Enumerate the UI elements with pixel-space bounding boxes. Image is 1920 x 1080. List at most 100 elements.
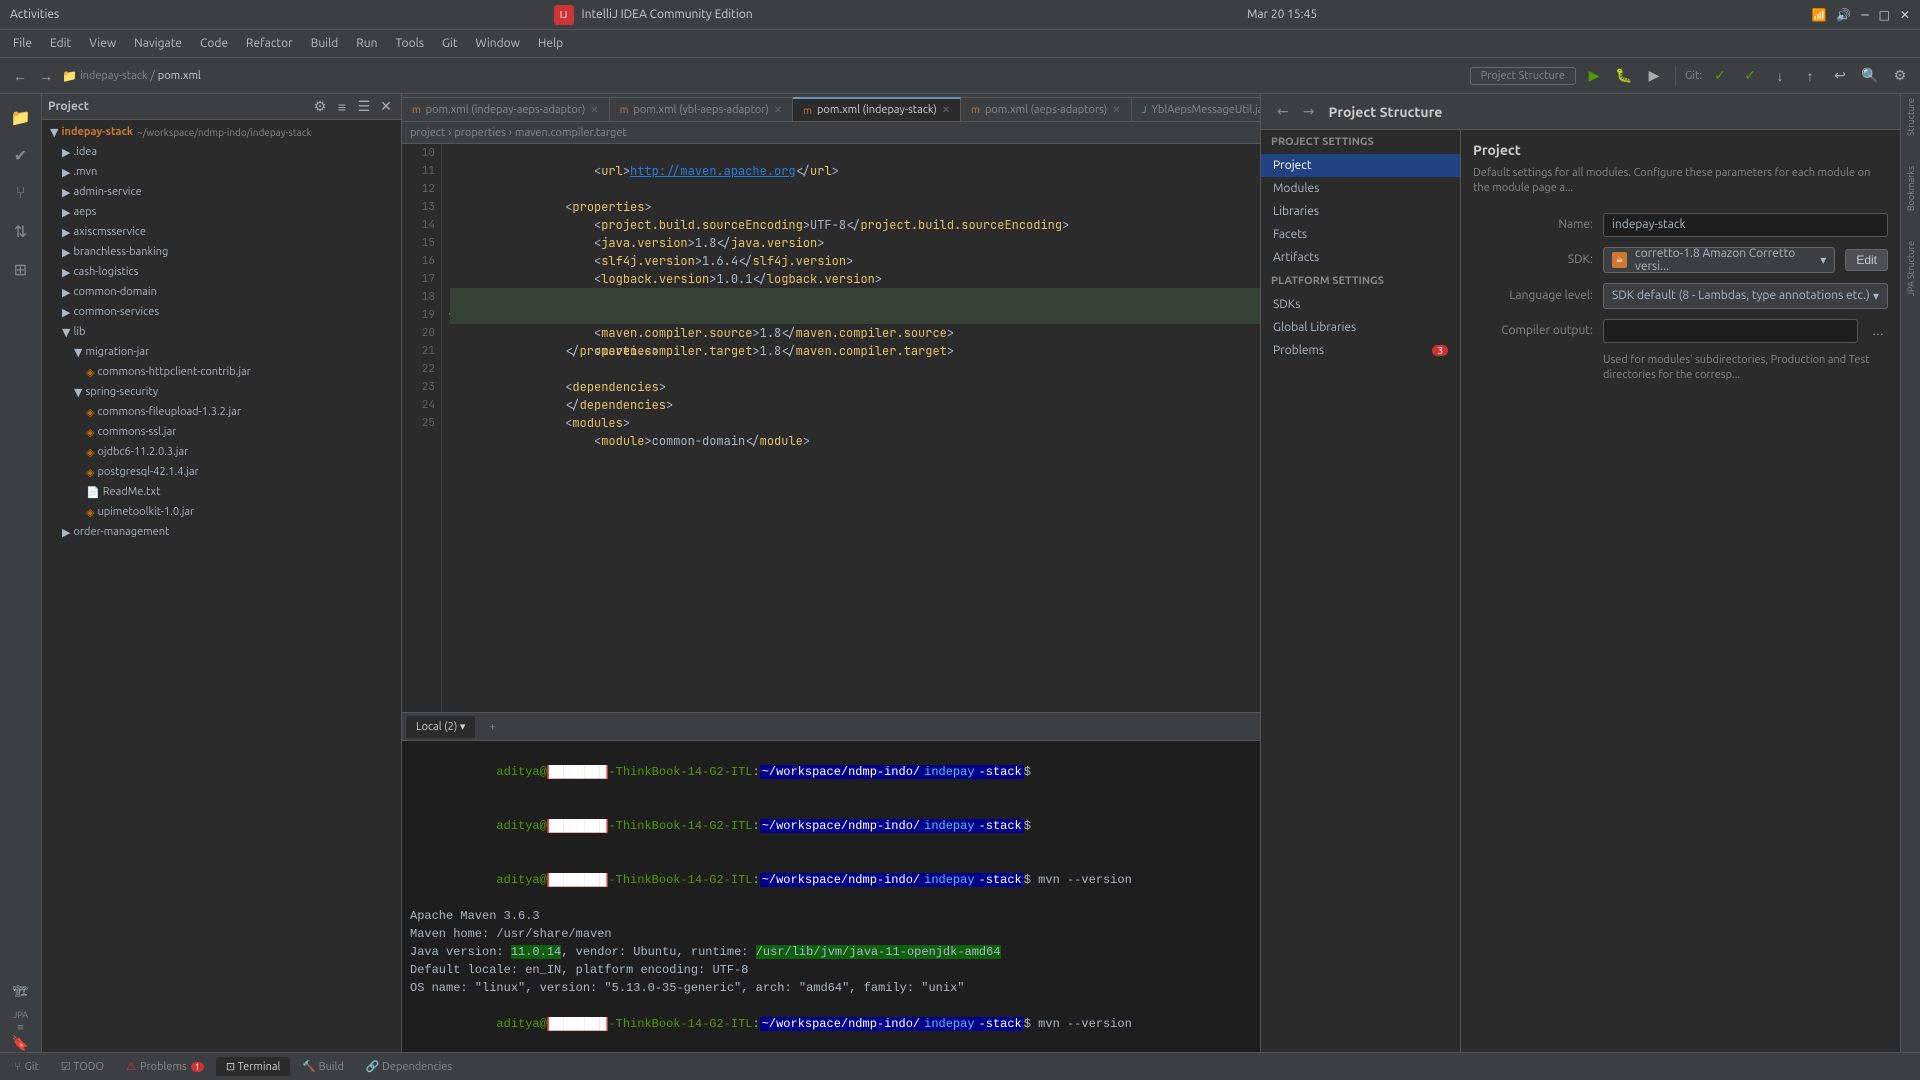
tree-branchless-banking[interactable]: ▶branchless-banking xyxy=(42,242,401,262)
bottom-tab-problems[interactable]: ⚠ Problems 1 xyxy=(116,1057,214,1076)
ps-nav-global-libraries[interactable]: Global Libraries xyxy=(1261,316,1460,339)
ps-nav-libraries[interactable]: Libraries xyxy=(1261,200,1460,223)
ps-nav-artifacts[interactable]: Artifacts xyxy=(1261,246,1460,269)
bottom-tab-git[interactable]: ⑂ Git xyxy=(4,1058,49,1076)
ps-back-btn[interactable]: ← xyxy=(1273,101,1293,122)
debug-button[interactable]: 🐛 xyxy=(1612,64,1636,88)
bottom-tab-todo[interactable]: ☑ TODO xyxy=(51,1057,114,1076)
tree-admin-service[interactable]: ▶admin-service xyxy=(42,182,401,202)
sidebar-icon-bookmarks[interactable]: 🔖 xyxy=(12,1035,29,1052)
menu-window[interactable]: Window xyxy=(468,34,528,53)
back-button[interactable]: ← xyxy=(8,64,32,88)
terminal-tab-add[interactable]: + xyxy=(479,716,505,738)
ps-compiler-output-value[interactable] xyxy=(1603,319,1858,343)
ps-nav-sdks[interactable]: SDKs xyxy=(1261,293,1460,316)
git-push[interactable]: ↑ xyxy=(1798,64,1822,88)
ps-sdk-select[interactable]: ☕ corretto-1.8 Amazon Corretto versi... … xyxy=(1603,247,1835,273)
tree-cash-logistics[interactable]: ▶cash-logistics xyxy=(42,262,401,282)
run-button[interactable]: ▶ xyxy=(1582,64,1606,88)
menu-code[interactable]: Code xyxy=(192,34,236,53)
ps-right-content: Project Default settings for all modules… xyxy=(1461,130,1900,1052)
tree-commons-httpclient[interactable]: ◈commons-httpclient-contrib.jar xyxy=(42,362,401,382)
system-controls: 📶 🔊 ─ □ ✕ xyxy=(1811,8,1910,22)
tree-order-management[interactable]: ▶order-management xyxy=(42,522,401,542)
terminal-tab-local[interactable]: Local (2) ▾ xyxy=(406,716,475,738)
right-sidebar-jpa[interactable]: JPA Structure xyxy=(1904,237,1918,300)
tab-pom-ybl-aeps[interactable]: m pom.xml (ybl-aeps-adaptor) ✕ xyxy=(610,97,794,121)
ps-forward-btn[interactable]: → xyxy=(1299,101,1319,122)
menu-view[interactable]: View xyxy=(81,34,124,53)
tree-aeps[interactable]: ▶aeps xyxy=(42,202,401,222)
ps-nav-project[interactable]: Project xyxy=(1261,154,1460,177)
tree-root[interactable]: ▼ indepay-stack ~/workspace/ndmp-indo/in… xyxy=(42,122,401,142)
ps-nav-facets[interactable]: Facets xyxy=(1261,223,1460,246)
project-collapse-btn[interactable]: ≡ xyxy=(333,98,351,116)
sidebar-icon-build[interactable]: 🏗 xyxy=(13,984,28,998)
project-gear-btn[interactable]: ☰ xyxy=(355,98,373,116)
tree-migration-jar[interactable]: ▼migration-jar xyxy=(42,342,401,362)
tree-common-domain[interactable]: ▶common-domain xyxy=(42,282,401,302)
menu-tools[interactable]: Tools xyxy=(387,34,432,53)
menu-edit[interactable]: Edit xyxy=(42,34,79,53)
right-sidebar-bookmarks[interactable]: Bookmarks xyxy=(1904,162,1918,215)
tree-postgresql[interactable]: ◈postgresql-42.1.4.jar xyxy=(42,462,401,482)
ps-edit-btn[interactable]: Edit xyxy=(1845,249,1888,271)
tab-pom-indepay-aeps[interactable]: m pom.xml (indepay-aeps-adaptor) ✕ xyxy=(402,97,610,121)
menu-help[interactable]: Help xyxy=(530,34,571,53)
menu-git[interactable]: Git xyxy=(434,34,466,53)
sidebar-icon-terminal[interactable]: ⊞ xyxy=(3,251,39,287)
menu-run[interactable]: Run xyxy=(348,34,385,53)
sidebar-icon-git[interactable]: ⑂ xyxy=(3,175,39,211)
tree-lib[interactable]: ▼lib xyxy=(42,322,401,342)
tree-readme[interactable]: 📄ReadMe.txt xyxy=(42,482,401,502)
bottom-tab-build[interactable]: 🔨 Build xyxy=(292,1057,353,1076)
window-minimize[interactable]: ─ xyxy=(1861,8,1868,22)
sidebar-icon-project[interactable]: 📁 xyxy=(3,99,39,135)
tab-pom-aeps-adaptors[interactable]: m pom.xml (aeps-adaptors) ✕ xyxy=(961,97,1131,121)
git-check[interactable]: ✓ xyxy=(1708,64,1732,88)
menu-refactor[interactable]: Refactor xyxy=(238,34,301,53)
git-check2[interactable]: ✓ xyxy=(1738,64,1762,88)
line-numbers: 10 11 12 13 14 15 16 17 18 19 20 21 22 2… xyxy=(402,144,442,712)
bottom-tab-terminal[interactable]: ⊡ Terminal xyxy=(216,1057,291,1076)
bottom-tab-dependencies[interactable]: 🔗 Dependencies xyxy=(356,1057,462,1076)
sidebar-icons: 📁 ✔ ⑂ ⇅ ⊞ 🏗 JPA ≡ 🔖 xyxy=(0,94,42,1052)
run-config[interactable]: Project Structure xyxy=(1470,67,1576,85)
window-close[interactable]: ✕ xyxy=(1900,8,1910,22)
ps-nav-problems[interactable]: Problems 3 xyxy=(1261,339,1460,362)
menu-navigate[interactable]: Navigate xyxy=(126,34,190,53)
tab-pom-indepay-stack[interactable]: m pom.xml (indepay-stack) ✕ xyxy=(793,97,961,121)
forward-button[interactable]: → xyxy=(34,64,58,88)
activities-label[interactable]: Activities xyxy=(10,8,59,21)
sidebar-icon-commit[interactable]: ✔ xyxy=(3,137,39,173)
breadcrumb-properties: properties xyxy=(454,127,506,139)
tree-mvn[interactable]: ▶.mvn xyxy=(42,162,401,182)
tree-upimetoolkit[interactable]: ◈upimetoolkit-1.0.jar xyxy=(42,502,401,522)
tree-common-services[interactable]: ▶common-services xyxy=(42,302,401,322)
ps-compiler-browse-btn[interactable]: … xyxy=(1868,321,1888,341)
coverage-button[interactable]: ▶ xyxy=(1642,64,1666,88)
settings-button[interactable]: ⚙ xyxy=(1888,64,1912,88)
ps-nav-modules[interactable]: Modules xyxy=(1261,177,1460,200)
menu-file[interactable]: File xyxy=(5,34,40,53)
sidebar-icon-structure[interactable]: ≡ xyxy=(17,1022,25,1033)
tree-idea[interactable]: ▶.idea xyxy=(42,142,401,162)
tree-axiscmsservice[interactable]: ▶axiscmsservice xyxy=(42,222,401,242)
project-settings-btn[interactable]: ⚙ xyxy=(311,98,329,116)
sidebar-icon-jpa[interactable]: JPA xyxy=(13,1010,28,1020)
menu-build[interactable]: Build xyxy=(303,34,347,53)
git-update[interactable]: ↓ xyxy=(1768,64,1792,88)
git-revert[interactable]: ↩ xyxy=(1828,64,1852,88)
tree-ojdbc6[interactable]: ◈ojdbc6-11.2.0.3.jar xyxy=(42,442,401,462)
search-button[interactable]: 🔍 xyxy=(1858,64,1882,88)
sidebar-icon-pullreq[interactable]: ⇅ xyxy=(3,213,39,249)
project-close-btn[interactable]: ✕ xyxy=(377,98,395,116)
tree-commons-fileupload[interactable]: ◈commons-fileupload-1.3.2.jar xyxy=(42,402,401,422)
tree-spring-security[interactable]: ▼spring-security xyxy=(42,382,401,402)
right-sidebar-structure[interactable]: Structure xyxy=(1904,94,1918,140)
ps-language-level-select[interactable]: SDK default (8 - Lambdas, type annotatio… xyxy=(1603,283,1888,309)
app-title: IntelliJ IDEA Community Edition xyxy=(582,8,753,21)
ps-name-value[interactable]: indepay-stack xyxy=(1603,213,1888,237)
window-maximize[interactable]: □ xyxy=(1879,8,1890,22)
tree-commons-ssl[interactable]: ◈commons-ssl.jar xyxy=(42,422,401,442)
